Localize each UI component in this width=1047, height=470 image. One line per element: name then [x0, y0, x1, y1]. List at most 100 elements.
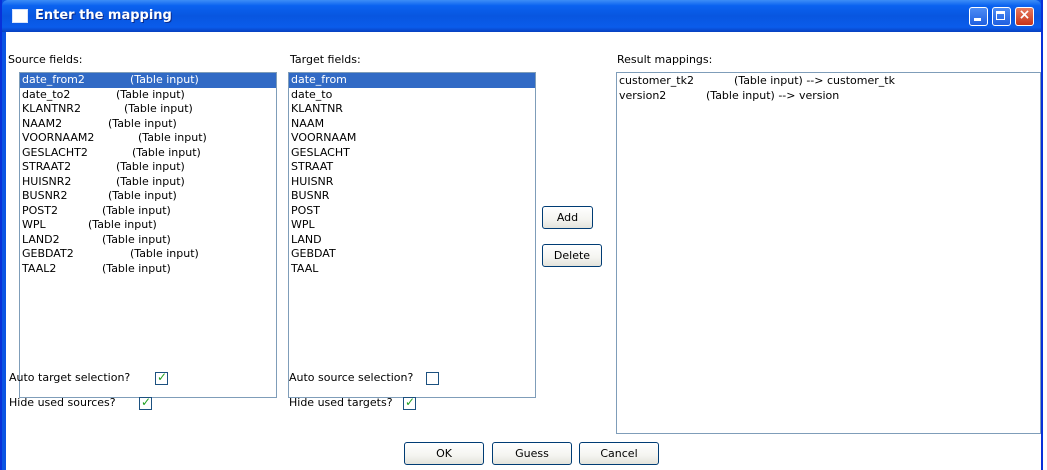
- target-field-item-name: TAAL: [291, 261, 319, 275]
- target-field-item[interactable]: WPL: [289, 218, 535, 233]
- source-field-item-origin: (Table input): [108, 189, 177, 202]
- target-field-item[interactable]: GEBDAT: [289, 247, 535, 262]
- target-field-item[interactable]: VOORNAAM: [289, 131, 535, 146]
- target-field-item-name: WPL: [291, 218, 315, 231]
- source-field-item-origin: (Table input): [130, 73, 199, 86]
- guess-button[interactable]: Guess: [492, 442, 572, 465]
- source-field-item[interactable]: GEBDAT2 (Table input): [20, 247, 276, 262]
- window-icon: [12, 9, 28, 23]
- add-button[interactable]: Add: [542, 206, 593, 229]
- source-field-item[interactable]: POST2 (Table input): [20, 204, 276, 219]
- target-field-item-name: POST: [291, 203, 320, 217]
- target-fields-list[interactable]: date_from date_to KLANTNR NAAM VOORNAAM GESLA…: [288, 72, 536, 398]
- target-field-item[interactable]: POST: [289, 204, 535, 219]
- minimize-button[interactable]: [969, 7, 988, 26]
- auto-source-selection-label: Auto source selection?: [289, 371, 414, 384]
- source-field-item[interactable]: LAND2 (Table input): [20, 233, 276, 248]
- source-field-item-origin: (Table input): [116, 174, 185, 188]
- source-field-item-name: TAAL2: [22, 261, 57, 275]
- cancel-button[interactable]: Cancel: [579, 442, 659, 465]
- source-field-item[interactable]: GESLACHT2 (Table input): [20, 146, 276, 161]
- hide-used-targets-checkbox[interactable]: ✓: [403, 395, 416, 410]
- target-field-item[interactable]: NAAM: [289, 117, 535, 132]
- source-field-item-origin: (Table input): [132, 145, 201, 159]
- target-field-item-name: date_to: [291, 87, 333, 101]
- target-field-item-name: GESLACHT: [291, 145, 350, 159]
- dialog-body: Source fields: date_from2 (Table input) da…: [6, 32, 1041, 470]
- delete-button[interactable]: Delete: [542, 244, 602, 267]
- target-field-item-name: BUSNR: [291, 189, 330, 202]
- auto-target-selection-label: Auto target selection?: [9, 371, 131, 384]
- target-field-item-name: VOORNAAM: [291, 131, 357, 144]
- window-title: Enter the mapping: [35, 8, 172, 23]
- target-field-item-name: LAND: [291, 232, 322, 246]
- hide-used-targets-label: Hide used targets?: [289, 396, 393, 409]
- checkmark-icon: ✓: [157, 370, 168, 384]
- target-field-item[interactable]: KLANTNR: [289, 102, 535, 117]
- source-field-item-name: STRAAT2: [22, 160, 72, 173]
- source-field-item-name: NAAM2: [22, 116, 63, 130]
- target-field-item[interactable]: TAAL: [289, 262, 535, 277]
- source-field-item-origin: (Table input): [102, 203, 171, 217]
- target-field-item-name: KLANTNR: [291, 102, 343, 115]
- target-field-item[interactable]: date_from: [289, 73, 535, 88]
- source-field-item-origin: (Table input): [88, 218, 157, 231]
- source-field-item[interactable]: KLANTNR2 (Table input): [20, 102, 276, 117]
- target-field-item-name: STRAAT: [291, 160, 334, 173]
- source-field-item[interactable]: NAAM2 (Table input): [20, 117, 276, 132]
- result-mapping-item-origin: (Table input) --> version: [706, 88, 840, 102]
- target-field-item[interactable]: LAND: [289, 233, 535, 248]
- source-field-item-name: POST2: [22, 203, 58, 217]
- hide-used-sources-checkbox[interactable]: ✓: [139, 395, 152, 410]
- source-field-item[interactable]: date_from2 (Table input): [20, 73, 276, 88]
- result-mapping-item-name: version2: [619, 88, 667, 102]
- target-field-item[interactable]: HUISNR: [289, 175, 535, 190]
- source-field-item-name: LAND2: [22, 232, 60, 246]
- auto-source-selection-checkbox[interactable]: [426, 372, 439, 385]
- close-button[interactable]: ×: [1015, 7, 1034, 26]
- target-field-item-name: date_from: [291, 73, 347, 86]
- result-mapping-item-name: customer_tk2: [619, 74, 694, 87]
- source-fields-label: Source fields:: [8, 53, 83, 66]
- source-field-item-origin: (Table input): [102, 261, 171, 275]
- source-field-item[interactable]: STRAAT2 (Table input): [20, 160, 276, 175]
- target-field-item-name: HUISNR: [291, 174, 334, 188]
- source-field-item-name: WPL: [22, 218, 46, 231]
- result-mapping-item[interactable]: customer_tk2 (Table input) --> customer_t…: [617, 74, 1040, 89]
- source-field-item-origin: (Table input): [138, 131, 207, 144]
- close-icon: ×: [1018, 7, 1031, 23]
- result-mapping-item[interactable]: version2 (Table input) --> version: [617, 89, 1040, 104]
- source-field-item-origin: (Table input): [124, 102, 193, 115]
- hide-used-sources-label: Hide used sources?: [9, 396, 116, 409]
- source-field-item-name: GESLACHT2: [22, 145, 88, 159]
- source-fields-list[interactable]: date_from2 (Table input) date_to2 (Table in…: [19, 72, 277, 398]
- source-field-item[interactable]: TAAL2 (Table input): [20, 262, 276, 277]
- source-field-item-origin: (Table input): [116, 87, 185, 101]
- source-field-item[interactable]: date_to2 (Table input): [20, 88, 276, 103]
- source-field-item-origin: (Table input): [108, 116, 177, 130]
- auto-target-selection-checkbox[interactable]: ✓: [155, 370, 168, 385]
- target-field-item[interactable]: STRAAT: [289, 160, 535, 175]
- source-field-item-name: VOORNAAM2: [22, 131, 95, 144]
- source-field-item-name: date_from2: [22, 73, 85, 86]
- title-bar[interactable]: Enter the mapping ×: [2, 0, 1041, 32]
- target-field-item[interactable]: GESLACHT: [289, 146, 535, 161]
- source-field-item-origin: (Table input): [102, 232, 171, 246]
- source-field-item[interactable]: BUSNR2 (Table input): [20, 189, 276, 204]
- source-field-item-name: GEBDAT2: [22, 247, 74, 260]
- source-field-item-name: KLANTNR2: [22, 102, 81, 115]
- source-field-item[interactable]: WPL (Table input): [20, 218, 276, 233]
- maximize-button[interactable]: [992, 7, 1011, 26]
- target-field-item[interactable]: date_to: [289, 88, 535, 103]
- result-mappings-label: Result mappings:: [617, 53, 713, 66]
- result-mapping-item-origin: (Table input) --> customer_tk: [734, 74, 895, 87]
- source-field-item-origin: (Table input): [130, 247, 199, 260]
- source-field-item[interactable]: VOORNAAM2 (Table input): [20, 131, 276, 146]
- source-field-item[interactable]: HUISNR2 (Table input): [20, 175, 276, 190]
- target-field-item[interactable]: BUSNR: [289, 189, 535, 204]
- ok-button[interactable]: OK: [404, 442, 484, 465]
- source-field-item-origin: (Table input): [116, 160, 185, 173]
- checkmark-icon: ✓: [141, 395, 152, 409]
- source-field-item-name: date_to2: [22, 87, 71, 101]
- result-mappings-list[interactable]: customer_tk2 (Table input) --> customer_t…: [616, 72, 1041, 434]
